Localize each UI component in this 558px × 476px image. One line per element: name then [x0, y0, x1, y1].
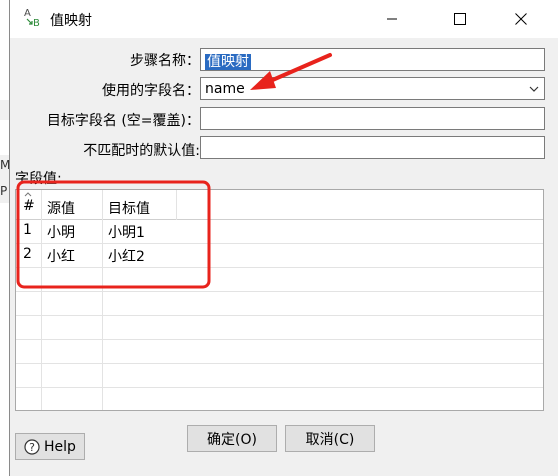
- highlight-box: [16, 180, 211, 289]
- annotation-overlay: [16, 53, 332, 289]
- arrow-head: [250, 71, 276, 90]
- arrow-shaft: [266, 53, 332, 84]
